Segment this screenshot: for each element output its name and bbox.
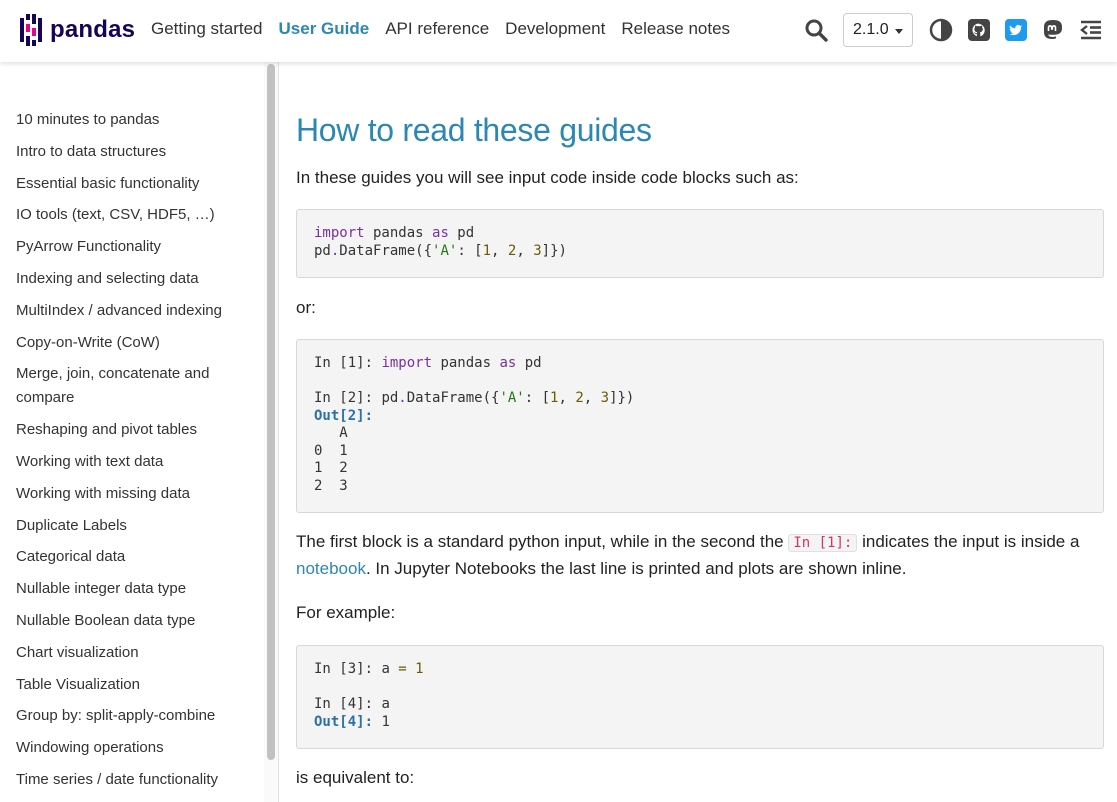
chevron-down-icon bbox=[895, 29, 903, 34]
ipython-output-prompt: Out[2]: bbox=[314, 407, 374, 424]
sidebar-item-table-visualization[interactable]: Table Visualization bbox=[16, 673, 256, 697]
sidebar-item-reshaping[interactable]: Reshaping and pivot tables bbox=[16, 418, 256, 442]
code-text: pd bbox=[381, 390, 399, 406]
twitter-icon[interactable] bbox=[1004, 18, 1028, 42]
main-nav: Getting started User Guide API reference… bbox=[151, 19, 730, 39]
code-text: : [ bbox=[457, 242, 483, 259]
code-text: , bbox=[558, 390, 576, 406]
explanation-text: The first block is a standard python inp… bbox=[296, 532, 789, 551]
code-operator: = bbox=[398, 661, 407, 677]
code-block-plain: import pandas as pd pd.DataFrame({'A': [… bbox=[296, 209, 1104, 278]
nav-user-guide[interactable]: User Guide bbox=[279, 19, 370, 39]
or-paragraph: or: bbox=[296, 298, 316, 317]
code-text: DataFrame({ bbox=[339, 242, 433, 259]
sidebar-divider bbox=[278, 62, 279, 802]
github-icon[interactable] bbox=[967, 18, 991, 42]
nav-development[interactable]: Development bbox=[505, 19, 605, 39]
sidebar-item-indexing[interactable]: Indexing and selecting data bbox=[16, 267, 256, 291]
code-text: , bbox=[516, 242, 534, 259]
code-text: ]}) bbox=[609, 390, 635, 406]
sidebar-item-time-series[interactable]: Time series / date functionality bbox=[16, 768, 256, 792]
code-block-example: In [3]: a = 1 In [4]: a Out[4]: 1 bbox=[296, 645, 1104, 749]
code-operator: . bbox=[398, 390, 407, 406]
page-title: How to read these guides bbox=[296, 112, 652, 148]
ipython-prompt: In [1]: bbox=[314, 355, 382, 371]
code-text: , bbox=[491, 242, 508, 259]
code-text: DataFrame({ bbox=[406, 390, 500, 406]
code-block-ipython: In [1]: import pandas as pd In [2]: pd.D… bbox=[296, 339, 1104, 513]
example-paragraph: For example: bbox=[296, 603, 396, 622]
code-text: a bbox=[381, 661, 399, 677]
code-string: 'A' bbox=[432, 242, 458, 259]
secondary-sidebar-toggle-icon[interactable] bbox=[1079, 18, 1103, 42]
code-text: , bbox=[583, 390, 601, 406]
theme-toggle-icon[interactable] bbox=[929, 18, 953, 42]
code-keyword: import bbox=[314, 225, 365, 241]
ipython-output-prompt: Out[4]: bbox=[314, 713, 374, 730]
code-output: 1 bbox=[373, 713, 390, 730]
code-keyword: import bbox=[381, 355, 433, 371]
code-text: pandas bbox=[432, 355, 500, 371]
code-text: pandas bbox=[364, 225, 433, 241]
code-text: pd bbox=[448, 225, 475, 241]
sidebar-item-windowing[interactable]: Windowing operations bbox=[16, 736, 256, 760]
sidebar-item-categorical[interactable]: Categorical data bbox=[16, 545, 256, 569]
code-number: 3 bbox=[600, 390, 610, 406]
sidebar-item-missing-data[interactable]: Working with missing data bbox=[16, 482, 256, 506]
sidebar-item-io-tools[interactable]: IO tools (text, CSV, HDF5, …) bbox=[16, 203, 256, 227]
code-number: 3 bbox=[533, 242, 542, 259]
sidebar-item-group-by[interactable]: Group by: split-apply-combine bbox=[16, 704, 256, 728]
code-text: pd bbox=[314, 242, 331, 259]
code-text: a bbox=[381, 696, 390, 712]
sidebar-item-10-minutes[interactable]: 10 minutes to pandas bbox=[16, 108, 256, 132]
sidebar-item-pyarrow[interactable]: PyArrow Functionality bbox=[16, 235, 256, 259]
sidebar-item-copy-on-write[interactable]: Copy-on-Write (CoW) bbox=[16, 331, 256, 355]
explanation-text: indicates the input is inside a bbox=[857, 532, 1080, 551]
ipython-prompt: In [2]: bbox=[314, 390, 382, 406]
nav-release-notes[interactable]: Release notes bbox=[621, 19, 730, 39]
code-number: 1 bbox=[406, 661, 424, 677]
pandas-logo-mark-icon bbox=[20, 14, 42, 46]
code-number: 1 bbox=[482, 242, 492, 259]
left-sidebar: 10 minutes to pandas Intro to data struc… bbox=[0, 62, 278, 802]
sidebar-item-nullable-integer[interactable]: Nullable integer data type bbox=[16, 577, 256, 601]
sidebar-item-duplicate-labels[interactable]: Duplicate Labels bbox=[16, 514, 256, 538]
sidebar-item-nullable-boolean[interactable]: Nullable Boolean data type bbox=[16, 609, 256, 633]
top-navbar: pandas Getting started User Guide API re… bbox=[0, 0, 1117, 62]
code-keyword: as bbox=[499, 355, 517, 371]
code-text: pd bbox=[516, 355, 542, 371]
sidebar-item-intro-data-structures[interactable]: Intro to data structures bbox=[16, 140, 256, 164]
sidebar-scrollbar-thumb[interactable] bbox=[267, 64, 275, 760]
code-string: 'A' bbox=[499, 390, 525, 406]
sidebar-item-chart-visualization[interactable]: Chart visualization bbox=[16, 641, 256, 665]
version-label: 2.1.0 bbox=[853, 21, 889, 38]
sidebar-item-text-data[interactable]: Working with text data bbox=[16, 450, 256, 474]
intro-paragraph: In these guides you will see input code … bbox=[296, 168, 799, 187]
code-keyword: as bbox=[432, 225, 449, 241]
explanation-paragraph: The first block is a standard python inp… bbox=[296, 529, 1104, 582]
nav-api-reference[interactable]: API reference bbox=[385, 19, 489, 39]
nav-getting-started[interactable]: Getting started bbox=[151, 19, 263, 39]
code-number: 2 bbox=[575, 390, 584, 406]
equivalent-paragraph: is equivalent to: bbox=[296, 768, 415, 787]
sidebar-nav: 10 minutes to pandas Intro to data struc… bbox=[16, 108, 256, 800]
code-text: : [ bbox=[524, 390, 551, 406]
logo-text: pandas bbox=[50, 16, 136, 43]
notebook-link[interactable]: notebook bbox=[296, 559, 366, 578]
search-icon[interactable] bbox=[804, 18, 828, 42]
sidebar-item-basics[interactable]: Essential basic functionality bbox=[16, 172, 256, 196]
version-switcher[interactable]: 2.1.0 bbox=[843, 13, 913, 47]
pandas-logo[interactable]: pandas bbox=[20, 14, 135, 46]
ipython-prompt: In [4]: bbox=[314, 696, 382, 712]
inline-code: In [1]: bbox=[788, 534, 858, 552]
explanation-text: . In Jupyter Notebooks the last line is … bbox=[365, 559, 907, 578]
mastodon-icon[interactable] bbox=[1041, 18, 1065, 42]
output-table: A 0 1 1 2 2 3 bbox=[314, 425, 348, 494]
sidebar-item-merge[interactable]: Merge, join, concatenate and compare bbox=[16, 362, 256, 410]
ipython-prompt: In [3]: bbox=[314, 661, 382, 677]
sidebar-item-multiindex[interactable]: MultiIndex / advanced indexing bbox=[16, 299, 256, 323]
code-text: ]}) bbox=[541, 242, 567, 259]
